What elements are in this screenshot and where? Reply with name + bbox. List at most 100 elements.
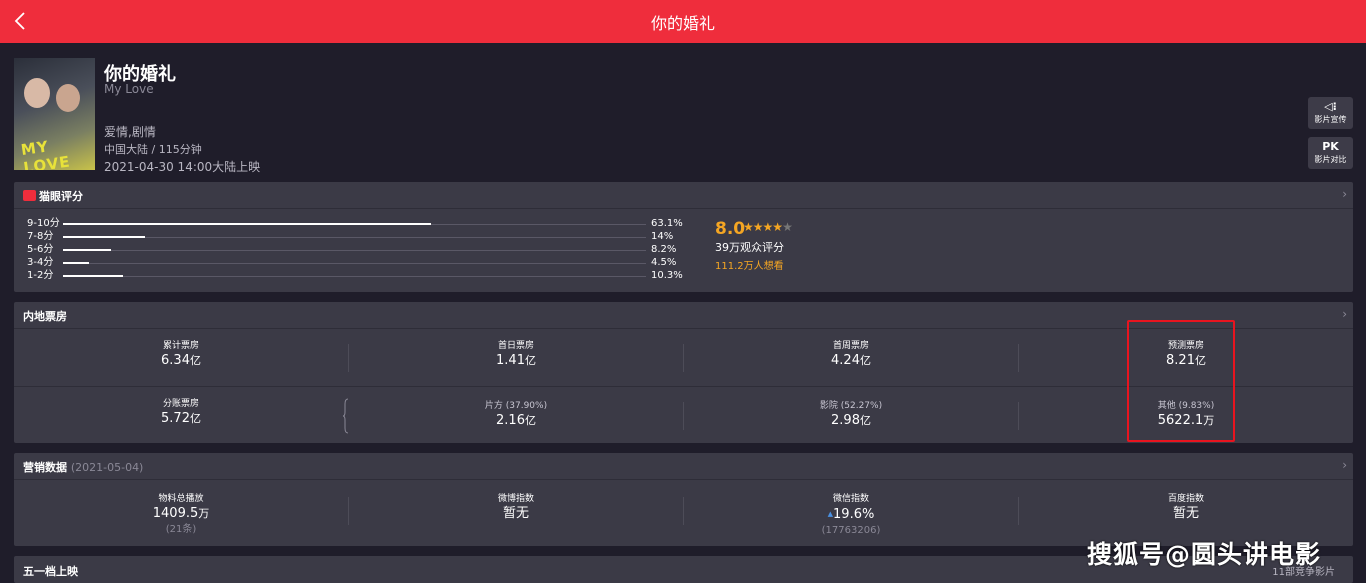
rating-row-label: 1-2分 xyxy=(27,270,54,281)
stat-number: 2.98 xyxy=(831,413,860,428)
holiday-title: 五一档上映 xyxy=(23,565,78,578)
stat-sub: (21条) xyxy=(165,524,197,535)
rating-title-wrap: 猫眼评分 xyxy=(23,188,83,204)
rating-bar-fill xyxy=(63,249,111,251)
compare-button[interactable]: PK 影片对比 xyxy=(1308,137,1353,169)
divider xyxy=(348,497,349,525)
movie-info: MY LOVE 你的婚礼 My Love 爱情,剧情 中国大陆 / 115分钟 … xyxy=(14,58,1354,174)
stat-value: 暂无 xyxy=(502,506,529,521)
marketing-title: 营销数据 xyxy=(23,461,67,474)
divider xyxy=(1018,344,1019,372)
stat-cell: 首周票房 4.24亿 xyxy=(684,340,1018,370)
promo-button-label: 影片宣传 xyxy=(1314,115,1347,124)
movie-genre: 爱情,剧情 xyxy=(104,125,156,139)
stat-number: 4.24 xyxy=(831,353,860,368)
stat-value: 1.41亿 xyxy=(349,352,683,370)
rating-bar-track xyxy=(63,250,646,251)
marketing-header[interactable]: 营销数据 (2021-05-04) › xyxy=(14,453,1353,480)
chevron-right-icon: › xyxy=(1342,458,1347,472)
stat-unit: 亿 xyxy=(189,412,201,425)
top-bar: 你的婚礼 xyxy=(0,0,1366,43)
rating-bar-fill xyxy=(63,236,145,238)
stat-label: 片方 (37.90%) xyxy=(484,401,548,411)
rating-row-percent: 10.3% xyxy=(651,270,683,281)
rating-row: 1-2分 10.3% xyxy=(24,270,714,282)
divider xyxy=(1018,402,1019,430)
stat-label: 微信指数 xyxy=(832,494,869,504)
rating-bar-fill xyxy=(63,223,431,225)
page-title: 你的婚礼 xyxy=(650,13,715,33)
rating-panel: 猫眼评分 › 9-10分 63.1% 7-8分 14% 5-6分 8.2% 3-4分 4.5%… xyxy=(14,182,1353,292)
promo-button[interactable]: ◁⁝ 影片宣传 xyxy=(1308,97,1353,129)
stat-label: 累计票房 xyxy=(162,341,199,351)
pk-icon: PK xyxy=(1322,140,1339,153)
rating-row-label: 5-6分 xyxy=(27,244,54,255)
back-button[interactable] xyxy=(8,8,32,34)
star-icon: ★ xyxy=(762,220,774,234)
compare-button-label: 影片对比 xyxy=(1314,155,1347,164)
stat-number: 1.41 xyxy=(496,353,525,368)
stat-cell: 影院 (52.27%) 2.98亿 xyxy=(684,400,1018,430)
star-icon: ★ xyxy=(782,220,793,234)
stat-label: 分账票房 xyxy=(162,399,199,409)
chevron-right-icon: › xyxy=(1342,307,1347,321)
rating-row-label: 9-10分 xyxy=(27,218,60,229)
movie-poster[interactable]: MY LOVE xyxy=(14,58,95,170)
rating-bar-track xyxy=(63,237,646,238)
watermark: 搜狐号@圆头讲电影 xyxy=(1087,540,1322,569)
stat-unit: 亿 xyxy=(859,354,871,367)
rating-panel-header[interactable]: 猫眼评分 › xyxy=(14,182,1353,209)
stat-unit: 亿 xyxy=(524,414,536,427)
stat-value: 4.24亿 xyxy=(684,352,1018,370)
stat-unit: 亿 xyxy=(859,414,871,427)
stat-number: 6.34 xyxy=(161,353,190,368)
stat-unit: 亿 xyxy=(189,354,201,367)
rating-row-percent: 14% xyxy=(651,231,674,242)
stat-value: 2.98亿 xyxy=(684,412,1018,430)
divider xyxy=(1018,497,1019,525)
movie-region-duration: 中国大陆 / 115分钟 xyxy=(104,143,202,156)
maoyan-logo-icon xyxy=(23,190,36,201)
rating-row-percent: 63.1% xyxy=(651,218,683,229)
stat-number: 19.6% xyxy=(833,507,875,522)
poster-logo-text: MY LOVE xyxy=(19,137,72,170)
rating-row: 9-10分 63.1% xyxy=(24,218,714,230)
rating-row: 5-6分 8.2% xyxy=(24,244,714,256)
divider xyxy=(683,344,684,372)
rating-stars: ★★★★★ xyxy=(743,220,793,234)
rating-bar-track xyxy=(63,276,646,277)
rating-bar-fill xyxy=(63,275,123,277)
stat-cell: 微博指数 暂无 xyxy=(349,493,683,523)
stat-label: 首日票房 xyxy=(497,341,534,351)
highlight-box xyxy=(1127,320,1235,442)
box-office-title: 内地票房 xyxy=(23,310,67,323)
rating-count: 39万观众评分 xyxy=(715,241,784,254)
chevron-right-icon: › xyxy=(1342,187,1347,201)
stat-number: 5.72 xyxy=(161,411,190,426)
brace-icon xyxy=(342,398,349,434)
stat-cell: 片方 (37.90%) 2.16亿 xyxy=(349,400,683,430)
marketing-panel: 营销数据 (2021-05-04) › 物料总播放 1409.5万 (21条) … xyxy=(14,453,1353,546)
stat-cell: 分账票房 5.72亿 xyxy=(14,398,348,428)
rating-row-percent: 4.5% xyxy=(651,257,677,268)
speaker-icon: ◁⁝ xyxy=(1324,100,1337,113)
movie-subtitle: My Love xyxy=(104,82,154,96)
stat-value: ▲19.6% xyxy=(684,505,1018,524)
stat-cell: 首日票房 1.41亿 xyxy=(349,340,683,370)
star-icon: ★ xyxy=(743,220,754,234)
marketing-date: (2021-05-04) xyxy=(70,461,144,474)
poster-figure xyxy=(56,84,80,112)
stat-label: 微博指数 xyxy=(497,494,534,504)
stat-cell: 微信指数 ▲19.6% (17763206) xyxy=(684,493,1018,537)
rating-bar-fill xyxy=(63,262,89,264)
rating-row-percent: 8.2% xyxy=(651,244,677,255)
stat-label: 影院 (52.27%) xyxy=(819,401,883,411)
divider xyxy=(683,497,684,525)
stat-label: 物料总播放 xyxy=(158,494,204,504)
stat-unit: 亿 xyxy=(524,354,536,367)
chevron-left-icon xyxy=(14,12,25,30)
stat-number: 2.16 xyxy=(496,413,525,428)
want-to-see-count: 111.2万人想看 xyxy=(715,261,784,272)
divider xyxy=(348,344,349,372)
rating-score: 8.0 xyxy=(715,219,746,239)
